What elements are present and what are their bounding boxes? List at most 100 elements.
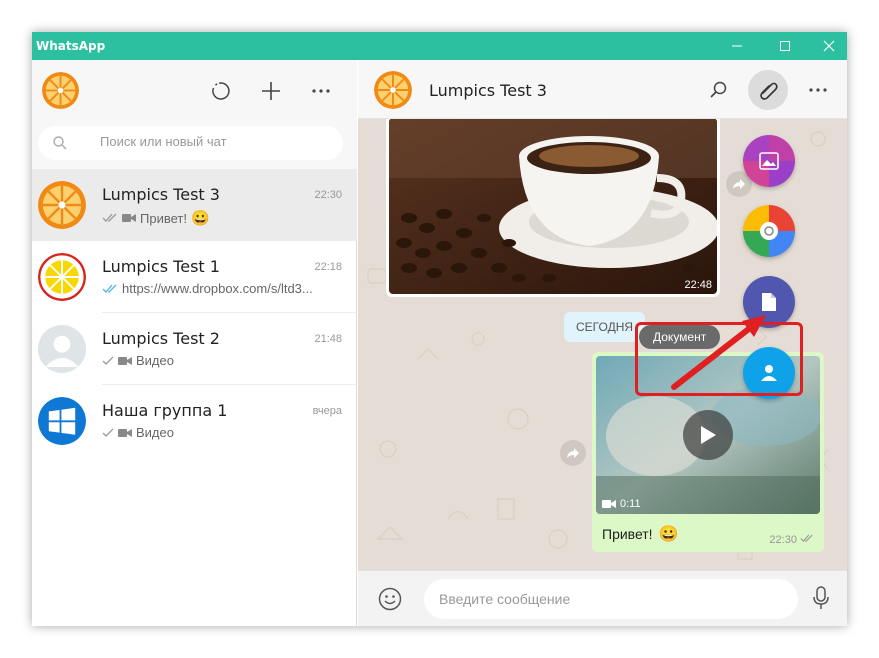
more-dots-icon bbox=[809, 88, 827, 92]
forward-button[interactable] bbox=[560, 440, 586, 466]
message-area[interactable]: 22:48 СЕГОДНЯ 0:11 Привет! 😀 22:30 Докум… bbox=[358, 119, 847, 570]
message-time: 22:48 bbox=[684, 279, 712, 291]
video-camera-icon bbox=[118, 428, 132, 437]
single-check-icon bbox=[102, 428, 114, 437]
chat-time: 22:18 bbox=[314, 261, 342, 273]
image-message[interactable]: 22:48 bbox=[386, 119, 720, 297]
video-duration: 0:11 bbox=[602, 498, 641, 510]
chat-list-item[interactable]: Lumpics Test 3 22:30 Привет! 😀 bbox=[32, 169, 357, 241]
chat-time: вчера bbox=[312, 405, 342, 417]
coffee-cup-image bbox=[389, 119, 717, 294]
chat-time: 21:48 bbox=[314, 333, 342, 345]
conversation-menu-button[interactable] bbox=[803, 75, 833, 105]
emoji-button[interactable] bbox=[378, 587, 402, 616]
message-input[interactable] bbox=[424, 579, 798, 619]
orange-avatar-icon bbox=[42, 72, 79, 109]
voice-message-button[interactable] bbox=[813, 586, 829, 615]
search-box bbox=[38, 126, 343, 160]
chat-list-panel: Lumpics Test 3 22:30 Привет! 😀 Lumpics T… bbox=[32, 60, 357, 626]
close-button[interactable] bbox=[807, 32, 847, 60]
red-arrow-annotation bbox=[671, 315, 766, 390]
chat-preview-text: Привет! bbox=[140, 210, 187, 226]
contact-avatar[interactable] bbox=[374, 71, 412, 109]
chat-name: Lumpics Test 2 bbox=[102, 329, 220, 348]
contact-avatar bbox=[38, 181, 86, 229]
contact-avatar bbox=[38, 325, 86, 373]
message-status: 22:30 bbox=[769, 534, 814, 546]
status-refresh-icon bbox=[212, 82, 230, 100]
chat-preview: Привет! 😀 bbox=[102, 209, 210, 227]
contact-name[interactable]: Lumpics Test 3 bbox=[429, 81, 547, 100]
chat-list-item[interactable]: Lumpics Test 1 22:18 https://www.dropbox… bbox=[32, 241, 357, 313]
attach-button[interactable] bbox=[748, 70, 788, 110]
play-icon bbox=[701, 426, 716, 444]
forward-arrow-icon bbox=[733, 179, 745, 189]
chat-time: 22:30 bbox=[314, 189, 342, 201]
paperclip-icon bbox=[760, 82, 778, 100]
contact-avatar bbox=[38, 253, 86, 301]
attach-gallery-button[interactable] bbox=[743, 135, 795, 187]
whatsapp-window: WhatsApp Поиск или новый чат Lumpics Tes… bbox=[32, 32, 847, 626]
chat-list-item[interactable]: Lumpics Test 2 21:48 Видео bbox=[32, 313, 357, 385]
message-time: 22:30 bbox=[769, 534, 797, 546]
emoji-grin-icon: 😀 bbox=[190, 210, 210, 227]
emoji-smile-icon bbox=[378, 587, 402, 611]
video-camera-icon bbox=[122, 214, 136, 222]
close-icon bbox=[823, 40, 835, 52]
search-messages-button[interactable] bbox=[703, 75, 733, 105]
default-person-avatar-icon bbox=[38, 325, 86, 373]
status-button[interactable] bbox=[206, 76, 236, 106]
chat-preview: https://www.dropbox.com/s/ltd3... bbox=[102, 281, 313, 296]
sidebar-header bbox=[32, 60, 357, 119]
emoji-grin-icon: 😀 bbox=[658, 526, 679, 543]
maximize-button[interactable] bbox=[763, 32, 807, 60]
search-icon bbox=[710, 81, 727, 98]
search-icon bbox=[53, 136, 67, 150]
chat-preview: Видео bbox=[102, 353, 174, 368]
contact-avatar bbox=[38, 397, 86, 445]
video-camera-icon bbox=[602, 500, 616, 508]
lemon-avatar-icon bbox=[38, 253, 86, 301]
chat-preview-text: Видео bbox=[136, 353, 174, 368]
chat-list-item[interactable]: Наша группа 1 вчера Видео bbox=[32, 385, 357, 457]
coffee-photo bbox=[389, 119, 717, 294]
conversation-header: Lumpics Test 3 bbox=[358, 60, 847, 119]
window-title: WhatsApp bbox=[36, 39, 106, 53]
orange-avatar-icon bbox=[38, 181, 86, 229]
my-avatar[interactable] bbox=[42, 72, 79, 109]
message-composer bbox=[358, 570, 847, 626]
duration-text: 0:11 bbox=[620, 498, 641, 510]
search-input[interactable] bbox=[100, 134, 320, 149]
maximize-icon bbox=[780, 41, 790, 51]
minimize-button[interactable] bbox=[715, 32, 759, 60]
date-divider: СЕГОДНЯ bbox=[564, 312, 646, 342]
chat-preview: Видео bbox=[102, 425, 174, 440]
video-caption: Привет! 😀 bbox=[602, 524, 679, 544]
chat-name: Lumpics Test 1 bbox=[102, 257, 220, 276]
conversation-panel: Lumpics Test 3 22:48 СЕГОДНЯ 0:11 Привет… bbox=[358, 60, 847, 626]
gallery-photo-icon bbox=[759, 152, 779, 170]
double-check-icon bbox=[102, 213, 117, 222]
microphone-icon bbox=[813, 586, 829, 609]
video-camera-icon bbox=[118, 356, 132, 365]
chat-preview-text: Видео bbox=[136, 425, 174, 440]
orange-avatar-icon bbox=[374, 71, 412, 109]
new-chat-button[interactable] bbox=[256, 76, 286, 106]
sidebar-menu-button[interactable] bbox=[306, 76, 336, 106]
chat-preview-text: https://www.dropbox.com/s/ltd3... bbox=[122, 281, 313, 296]
minimize-icon bbox=[732, 45, 742, 47]
windows-logo-avatar-icon bbox=[38, 397, 86, 445]
search-bar bbox=[32, 119, 357, 169]
chat-name: Наша группа 1 bbox=[102, 401, 228, 420]
double-check-blue-icon bbox=[102, 284, 117, 293]
play-button[interactable] bbox=[683, 410, 733, 460]
attach-camera-button[interactable] bbox=[743, 205, 795, 257]
more-dots-icon bbox=[312, 89, 330, 93]
plus-icon bbox=[262, 82, 280, 100]
double-check-icon bbox=[800, 534, 813, 542]
forward-arrow-icon bbox=[567, 448, 579, 458]
camera-icon bbox=[760, 222, 778, 240]
chat-name: Lumpics Test 3 bbox=[102, 185, 220, 204]
single-check-icon bbox=[102, 356, 114, 365]
title-bar: WhatsApp bbox=[32, 32, 847, 60]
